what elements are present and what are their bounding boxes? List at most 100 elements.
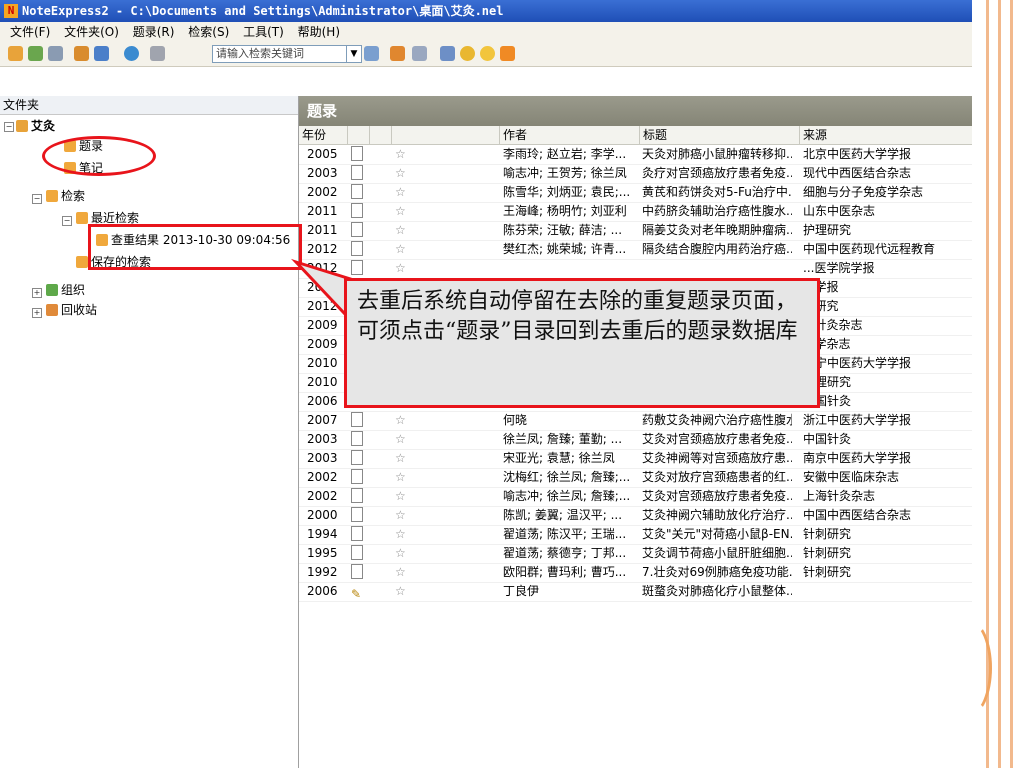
star-icon[interactable]: ☆ [395,183,411,202]
print-icon[interactable] [150,46,165,61]
yellow-circle-icon[interactable] [480,46,495,61]
table-row[interactable]: 2011 ☆ 陈芬荣; 汪敏; 薛洁; ... 隔姜艾灸对老年晚期肿瘤病... 护理研究 [299,221,972,241]
table-row[interactable]: 2000 ☆ 陈凯; 姜翼; 温汉平; ... 艾灸神阙穴辅助放化疗治疗... 中国中西… [299,506,972,526]
collapse-recent-icon[interactable]: − [62,216,72,226]
table-row[interactable]: 1994 ☆ 翟道荡; 陈汉平; 王瑞... 艾灸"关元"对荷癌小鼠β-EN... 针刺… [299,525,972,545]
expand-organize-icon[interactable]: + [32,288,42,298]
row-author: 王海峰; 杨明竹; 刘亚利 [503,204,627,218]
table-row[interactable]: 2011 ☆ 王海峰; 杨明竹; 刘亚利 中药脐灸辅助治疗癌性腹水... 山东中医杂志 [299,202,972,222]
document-icon[interactable] [351,240,367,259]
document-icon[interactable] [351,164,367,183]
star-icon[interactable]: ☆ [395,202,411,221]
star-icon[interactable]: ☆ [395,240,411,259]
table-row[interactable]: 2012 ☆ 樊红杰; 姚荣城; 许青... 隔灸结合腹腔内用药治疗癌... 中国中医药… [299,240,972,260]
table-row[interactable]: 2003 ☆ 宋亚光; 袁慧; 徐兰凤 艾灸神阙等对宫颈癌放疗患... 南京中医药大学学… [299,449,972,469]
document-icon[interactable] [351,221,367,240]
col-author[interactable]: 作者 [499,126,635,144]
document-icon[interactable] [351,468,367,487]
star-icon[interactable]: ☆ [395,164,411,183]
table-row[interactable]: 2003 ☆ 徐兰凤; 詹臻; 董勤; ... 艾灸对宫颈癌放疗患者免疫... 中国针灸 [299,430,972,450]
row-year: 2002 [307,470,338,484]
star-icon[interactable]: ☆ [395,525,411,544]
table-row[interactable]: 1995 ☆ 翟道荡; 蔡德亨; 丁邦... 艾灸调节荷癌小鼠肝脏细胞... 针刺研究 [299,544,972,564]
star-icon[interactable]: ☆ [395,411,411,430]
star-icon[interactable]: ☆ [395,544,411,563]
star-icon[interactable]: ☆ [395,487,411,506]
expand-recycle-icon[interactable]: + [32,308,42,318]
orange-square-icon[interactable] [500,46,515,61]
help-icon[interactable] [124,46,139,61]
table-row[interactable]: 2002 ☆ 陈雪华; 刘炳亚; 袁民;... 黄芪和药饼灸对5-Fu治疗中... 细胞… [299,183,972,203]
row-title: 艾灸神阙等对宫颈癌放疗患... [642,451,792,465]
document-icon [351,507,363,522]
tree-item-search[interactable]: 检索 [46,188,85,204]
menu-records[interactable]: 题录(R) [133,22,175,42]
refresh-icon[interactable] [94,46,109,61]
col-star[interactable] [391,126,495,144]
table-row[interactable]: 2006 ✎ ☆ 丁良伊 斑蝥灸对肺癌化疗小鼠整体... [299,582,972,602]
col-title[interactable]: 标题 [639,126,795,144]
search-input[interactable]: 请输入检索关键词 [212,45,347,63]
document-icon[interactable] [351,183,367,202]
col-attachment[interactable] [347,126,371,144]
document-icon[interactable] [351,202,367,221]
table-row[interactable]: 2003 ☆ 喻志冲; 王贺芳; 徐兰凤 灸疗对宫颈癌放疗患者免疫... 现代中西医结合… [299,164,972,184]
table-row[interactable]: 1992 ☆ 欧阳群; 曹玛利; 曹巧... 7.壮灸对69例肺癌免疫功能... 针刺研… [299,563,972,583]
star-icon[interactable]: ☆ [395,563,411,582]
menu-file[interactable]: 文件(F) [10,22,50,42]
filter-icon[interactable] [74,46,89,61]
star-icon[interactable]: ☆ [395,430,411,449]
star-icon[interactable]: ☆ [395,221,411,240]
star-icon[interactable]: ☆ [395,145,411,164]
search-options-icon[interactable] [364,46,379,61]
question-icon[interactable] [460,46,475,61]
menu-folder[interactable]: 文件夹(O) [64,22,119,42]
document-icon[interactable] [351,449,367,468]
col-year[interactable]: 年份 [299,126,348,144]
feather-icon: ✎ [351,587,362,601]
star-icon[interactable]: ☆ [395,259,411,278]
document-icon[interactable] [351,544,367,563]
star-icon[interactable]: ☆ [395,468,411,487]
note-icon[interactable] [440,46,455,61]
table-row[interactable]: 2007 ☆ 何晓 药敷艾灸神阙穴治疗癌性腹水 浙江中医药大学学报 [299,411,972,431]
table-row[interactable]: 2002 ☆ 沈梅红; 徐兰凤; 詹臻;... 艾灸对放疗宫颈癌患者的红... 安徽中医… [299,468,972,488]
document-icon[interactable] [351,525,367,544]
tree-item-organize[interactable]: 组织 [46,282,85,298]
tree-item-recycle[interactable]: 回收站 [46,302,97,318]
collapse-search-icon[interactable]: − [32,194,42,204]
table-row[interactable]: 2002 ☆ 喻志冲; 徐兰凤; 詹臻;... 艾灸对宫颈癌放疗患者免疫... 上海针灸… [299,487,972,507]
menu-help[interactable]: 帮助(H) [298,22,340,42]
flag-icon[interactable] [390,46,405,61]
document-icon[interactable] [351,487,367,506]
tag-icon[interactable] [412,46,427,61]
document-icon[interactable] [351,259,367,278]
star-icon[interactable]: ☆ [395,506,411,525]
row-author: 翟道荡; 蔡德亨; 丁邦... [503,546,627,560]
feather-icon[interactable]: ✎ [351,582,367,601]
col-source[interactable]: 来源 [799,126,972,144]
star-icon[interactable]: ☆ [395,582,411,601]
col-note[interactable] [369,126,393,144]
row-source: 上海针灸杂志 [803,489,876,503]
table-row[interactable]: 2012 ☆ ...医学院学报 [299,259,972,279]
tree-root[interactable]: 艾灸 [16,118,55,134]
new-folder-icon[interactable] [8,46,23,61]
search-dropdown-button[interactable]: ▼ [346,45,362,63]
row-source: 中国针灸 [803,394,852,408]
highlight-rectangle [88,224,302,270]
database-icon[interactable] [48,46,63,61]
row-source: 中国中西医结合杂志 [803,508,912,522]
import-icon[interactable] [28,46,43,61]
document-icon[interactable] [351,563,367,582]
star-icon[interactable]: ☆ [395,449,411,468]
document-icon[interactable] [351,411,367,430]
document-icon[interactable] [351,145,367,164]
collapse-root-icon[interactable]: − [4,122,14,132]
menu-search[interactable]: 检索(S) [188,22,229,42]
row-title: 药敷艾灸神阙穴治疗癌性腹水 [642,413,792,427]
table-row[interactable]: 2005 ☆ 李雨玲; 赵立岩; 李学... 天灸对肺癌小鼠肿瘤转移抑... 北京中医药… [299,145,972,165]
document-icon[interactable] [351,506,367,525]
document-icon[interactable] [351,430,367,449]
menu-tools[interactable]: 工具(T) [243,22,284,42]
